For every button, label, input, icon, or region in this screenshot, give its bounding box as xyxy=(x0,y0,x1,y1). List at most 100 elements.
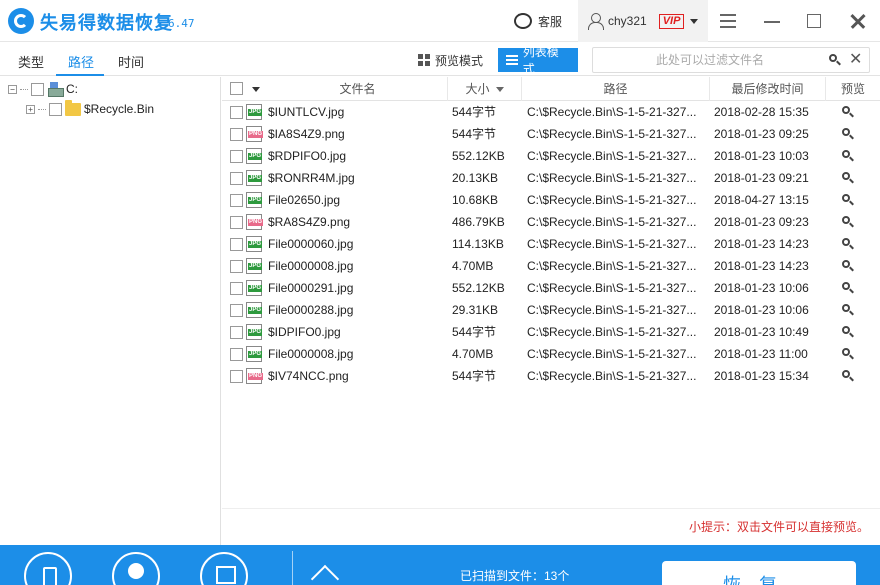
file-path: C:\$Recycle.Bin\S-1-5-21-327... xyxy=(527,193,697,207)
recover-button[interactable]: 恢复 xyxy=(662,561,856,585)
preview-mode-button[interactable]: 预览模式 xyxy=(410,48,491,72)
file-name: $RA8S4Z9.png xyxy=(268,215,351,229)
app-logo-icon xyxy=(8,8,34,34)
row-checkbox[interactable] xyxy=(230,260,243,273)
row-checkbox[interactable] xyxy=(230,326,243,339)
maximize-button[interactable] xyxy=(792,0,836,42)
drive-icon xyxy=(47,82,64,97)
tree-label: $Recycle.Bin xyxy=(84,102,155,116)
file-path: C:\$Recycle.Bin\S-1-5-21-327... xyxy=(527,281,697,295)
hamburger-icon xyxy=(720,14,736,16)
file-size: 486.79KB xyxy=(452,215,505,229)
close-button[interactable] xyxy=(836,0,880,42)
minimize-button[interactable] xyxy=(750,0,794,42)
row-checkbox[interactable] xyxy=(230,194,243,207)
chevron-down-icon xyxy=(690,18,699,24)
row-checkbox[interactable] xyxy=(230,172,243,185)
home-icon[interactable] xyxy=(312,563,338,585)
file-modified: 2018-04-27 13:15 xyxy=(714,193,809,207)
preview-search-icon[interactable] xyxy=(842,106,854,118)
preview-search-icon[interactable] xyxy=(842,150,854,162)
row-checkbox[interactable] xyxy=(230,238,243,251)
file-name: $RONRR4M.jpg xyxy=(268,171,355,185)
row-checkbox[interactable] xyxy=(230,128,243,141)
row-checkbox[interactable] xyxy=(230,348,243,361)
file-size: 544字节 xyxy=(452,369,497,383)
file-name: File0000288.jpg xyxy=(268,303,354,317)
table-row[interactable]: File0000008.jpg 4.70MB C:\$Recycle.Bin\S-1… xyxy=(222,343,880,365)
file-size: 552.12KB xyxy=(452,149,505,163)
table-row[interactable]: File02650.jpg 10.68KB C:\$Recycle.Bin\S-1-… xyxy=(222,189,880,211)
collapse-icon[interactable]: − xyxy=(8,84,17,94)
file-modified: 2018-01-23 14:23 xyxy=(714,237,809,251)
preview-search-icon[interactable] xyxy=(842,326,854,338)
file-path: C:\$Recycle.Bin\S-1-5-21-327... xyxy=(527,127,697,141)
customer-service-button[interactable]: 客服 xyxy=(510,0,576,42)
row-checkbox[interactable] xyxy=(230,282,243,295)
list-mode-button[interactable]: 列表模式 xyxy=(498,45,578,76)
phone-recovery-button[interactable] xyxy=(24,552,72,585)
preview-search-icon[interactable] xyxy=(842,304,854,316)
row-checkbox[interactable] xyxy=(230,106,243,119)
jpg-file-icon xyxy=(246,258,263,274)
preview-search-icon[interactable] xyxy=(842,128,854,140)
row-checkbox[interactable] xyxy=(230,304,243,317)
preview-search-icon[interactable] xyxy=(842,238,854,250)
file-size: 544字节 xyxy=(452,325,497,339)
select-menu-chevron-icon[interactable] xyxy=(252,87,260,92)
file-path: C:\$Recycle.Bin\S-1-5-21-327... xyxy=(527,149,697,163)
row-checkbox[interactable] xyxy=(230,150,243,163)
preview-search-icon[interactable] xyxy=(842,282,854,294)
clear-icon[interactable]: ✕ xyxy=(849,49,862,69)
export-button[interactable] xyxy=(200,552,248,585)
select-all-checkbox[interactable] xyxy=(230,82,243,95)
tab-type[interactable]: 类型 xyxy=(18,52,44,71)
preview-search-icon[interactable] xyxy=(842,172,854,184)
tree-node-c-drive[interactable]: − C: xyxy=(8,79,78,99)
user-icon xyxy=(588,13,604,30)
file-path: C:\$Recycle.Bin\S-1-5-21-327... xyxy=(527,259,697,273)
table-row[interactable]: $RONRR4M.jpg 20.13KB C:\$Recycle.Bin\S-1-5… xyxy=(222,167,880,189)
jpg-file-icon xyxy=(246,236,263,252)
table-row[interactable]: File0000060.jpg 114.13KB C:\$Recycle.Bin\S… xyxy=(222,233,880,255)
column-header-modified[interactable]: 最后修改时间 xyxy=(710,77,826,101)
filename-filter-input[interactable] xyxy=(599,51,821,69)
table-row[interactable]: $IA8S4Z9.png 544字节 C:\$Recycle.Bin\S-1-5-2… xyxy=(222,123,880,145)
jpg-file-icon xyxy=(246,324,263,340)
table-row[interactable]: $IUNTLCV.jpg 544字节 C:\$Recycle.Bin\S-1-5-2… xyxy=(222,101,880,123)
file-name: $IA8S4Z9.png xyxy=(268,127,345,141)
scan-status: 已扫描到文件：13个 xyxy=(460,569,570,583)
preview-search-icon[interactable] xyxy=(842,194,854,206)
column-header-size[interactable]: 大小 xyxy=(448,77,522,101)
account-button[interactable] xyxy=(112,552,160,585)
file-modified: 2018-01-23 10:06 xyxy=(714,303,809,317)
column-header-preview: 预览 xyxy=(840,82,865,96)
tree-node-recycle-bin[interactable]: + $Recycle.Bin xyxy=(26,99,154,119)
file-name: $IV74NCC.png xyxy=(268,369,349,383)
preview-search-icon[interactable] xyxy=(842,348,854,360)
expand-icon[interactable]: + xyxy=(26,104,35,114)
tree-checkbox[interactable] xyxy=(31,82,44,96)
search-icon[interactable] xyxy=(829,54,841,66)
table-row[interactable]: File0000291.jpg 552.12KB C:\$Recycle.Bin\S… xyxy=(222,277,880,299)
table-row[interactable]: $RDPIFO0.jpg 552.12KB C:\$Recycle.Bin\S-1-… xyxy=(222,145,880,167)
tree-checkbox[interactable] xyxy=(49,102,62,116)
row-checkbox[interactable] xyxy=(230,370,243,383)
preview-search-icon[interactable] xyxy=(842,370,854,382)
column-header-filename[interactable]: 文件名 xyxy=(268,77,448,101)
table-row[interactable]: $RA8S4Z9.png 486.79KB C:\$Recycle.Bin\S-1-… xyxy=(222,211,880,233)
column-header-path[interactable]: 路径 xyxy=(522,77,710,101)
preview-search-icon[interactable] xyxy=(842,216,854,228)
minimize-icon xyxy=(764,21,780,23)
table-row[interactable]: File0000008.jpg 4.70MB C:\$Recycle.Bin\S-1… xyxy=(222,255,880,277)
tab-path[interactable]: 路径 xyxy=(68,52,94,71)
user-account-menu[interactable]: chy321 VIP xyxy=(578,0,708,42)
menu-button[interactable] xyxy=(706,0,750,42)
table-row[interactable]: $IDPIFO0.jpg 544字节 C:\$Recycle.Bin\S-1-5-2… xyxy=(222,321,880,343)
file-path: C:\$Recycle.Bin\S-1-5-21-327... xyxy=(527,369,697,383)
tab-time[interactable]: 时间 xyxy=(118,52,144,71)
preview-search-icon[interactable] xyxy=(842,260,854,272)
row-checkbox[interactable] xyxy=(230,216,243,229)
table-row[interactable]: File0000288.jpg 29.31KB C:\$Recycle.Bin\S-… xyxy=(222,299,880,321)
table-row[interactable]: $IV74NCC.png 544字节 C:\$Recycle.Bin\S-1-5-2… xyxy=(222,365,880,387)
